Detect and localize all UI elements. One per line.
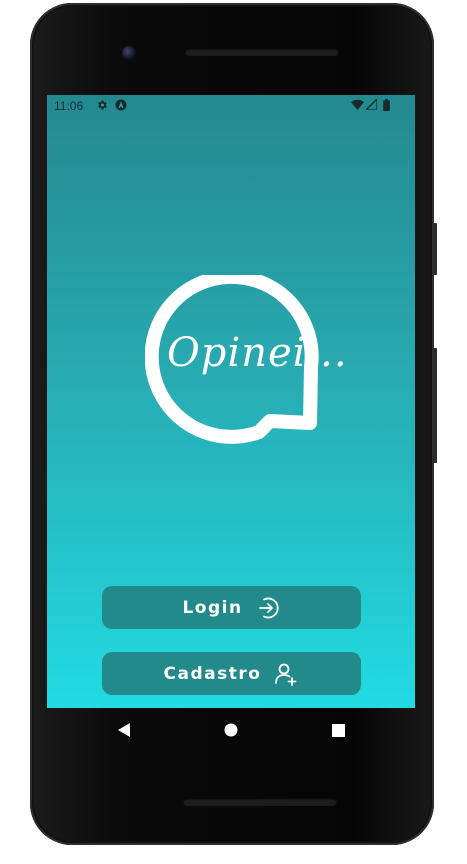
login-arrow-icon (255, 595, 281, 621)
add-user-icon (273, 661, 299, 687)
bottom-speaker (183, 798, 337, 806)
status-bar: 11:06 (47, 95, 415, 117)
app-screen: 11:06 Opinei... Login Cadastro (47, 95, 415, 708)
gear-icon (96, 99, 108, 114)
wifi-icon (351, 99, 364, 114)
a-badge-icon (115, 99, 127, 114)
login-button-label: Login (182, 597, 243, 618)
cadastro-button-label: Cadastro (163, 663, 262, 684)
home-icon[interactable] (221, 720, 241, 740)
login-button[interactable]: Login (102, 586, 361, 629)
navigation-bar (47, 708, 415, 752)
front-camera (122, 46, 136, 60)
signal-icon (364, 97, 378, 113)
cadastro-button[interactable]: Cadastro (102, 652, 361, 695)
top-speaker (185, 48, 339, 56)
volume-button (433, 348, 437, 463)
recents-icon[interactable] (328, 720, 348, 740)
back-icon[interactable] (114, 720, 134, 740)
power-button (433, 223, 437, 275)
battery-icon (383, 99, 390, 114)
logo-text: Opinei... (167, 330, 348, 376)
status-time: 11:06 (54, 99, 84, 113)
